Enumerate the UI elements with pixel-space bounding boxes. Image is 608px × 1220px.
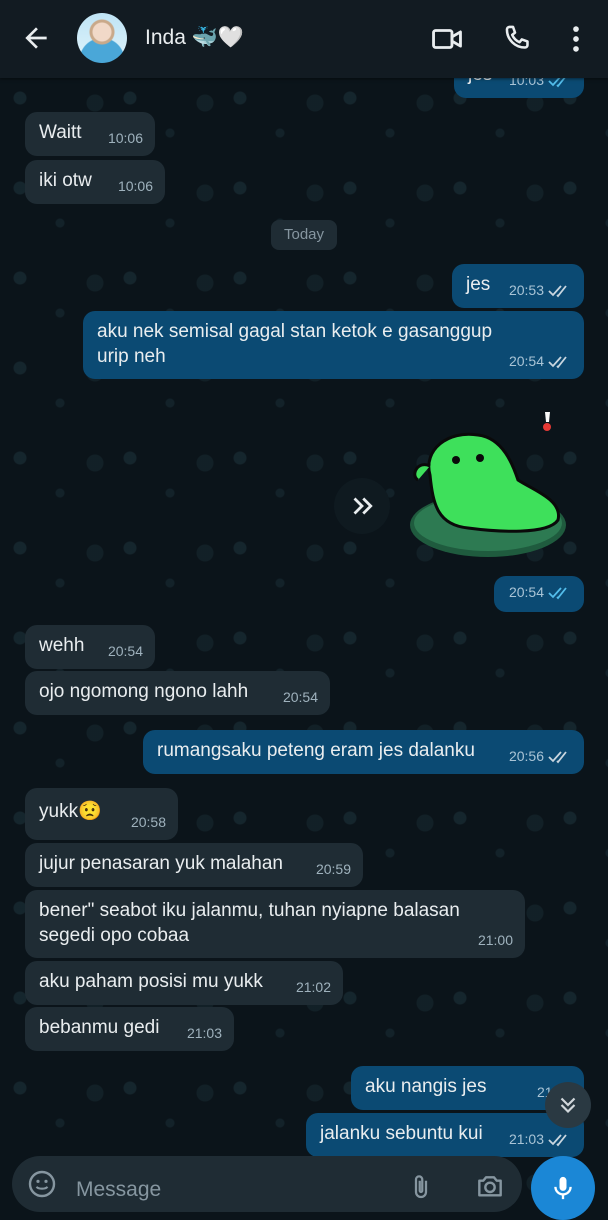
message-bubble[interactable]: ojo ngomong ngono lahh 20:54	[25, 671, 330, 715]
message-time: 20:58	[130, 814, 166, 830]
message-input[interactable]: Message	[76, 1178, 161, 1202]
contact-avatar[interactable]	[77, 13, 127, 63]
sticker-decoration-icon	[543, 412, 551, 431]
attach-icon[interactable]	[406, 1170, 436, 1204]
date-chip: Today	[271, 220, 337, 250]
message-bubble[interactable]: bebanmu gedi 21:03	[25, 1007, 234, 1051]
message-meta: 20:56	[509, 744, 572, 769]
voice-record-button[interactable]	[531, 1156, 595, 1220]
camera-icon[interactable]	[474, 1170, 506, 1202]
message-bubble[interactable]: 20:54	[494, 576, 584, 612]
message-bubble[interactable]: yukk😟 20:58	[25, 788, 178, 840]
more-options-icon[interactable]	[559, 22, 593, 56]
message-bubble[interactable]: rumangsaku peteng eram jes dalanku 20:56	[143, 730, 584, 774]
message-time: 21:03	[186, 1025, 222, 1041]
message-time: 10:06	[117, 178, 153, 194]
message-time: 20:54	[107, 643, 143, 659]
message-bubble[interactable]: aku paham posisi mu yukk 21:02	[25, 961, 343, 1005]
microphone-icon	[554, 1176, 572, 1200]
frog-sticker[interactable]	[408, 420, 573, 560]
message-bubble[interactable]: jujur penasaran yuk malahan 20:59	[25, 843, 363, 887]
forward-icon	[353, 497, 373, 515]
read-ticks-icon	[548, 750, 567, 763]
forward-button[interactable]	[334, 478, 390, 534]
message-text: jujur penasaran yuk malahan	[39, 853, 283, 874]
read-ticks-icon	[548, 355, 567, 368]
contact-name[interactable]: Inda 🐳🤍	[145, 26, 244, 50]
scroll-to-bottom-button[interactable]	[545, 1082, 591, 1128]
message-time: 20:56	[508, 748, 544, 764]
emoji-icon[interactable]	[26, 1168, 58, 1200]
message-bubble[interactable]: bener" seabot iku jalanmu, tuhan nyiapne…	[25, 890, 525, 958]
message-bubble[interactable]: aku nek semisal gagal stan ketok e gasan…	[83, 311, 584, 379]
message-time: 21:03	[508, 1131, 544, 1147]
read-ticks-icon	[548, 1133, 567, 1146]
message-composer: Message	[12, 1156, 522, 1212]
message-time: 10:06	[107, 130, 143, 146]
read-ticks-icon	[548, 586, 567, 599]
voice-call-icon[interactable]	[500, 22, 534, 56]
video-call-icon[interactable]	[430, 22, 464, 56]
message-time: 21:00	[477, 932, 513, 948]
message-text: bener" seabot iku jalanmu, tuhan nyiapne…	[39, 900, 460, 946]
message-time: 20:54	[508, 353, 544, 369]
message-time: 21:02	[295, 979, 331, 995]
message-bubble[interactable]: iki otw 10:06	[25, 160, 165, 204]
message-bubble[interactable]: Waitt 10:06	[25, 112, 155, 156]
message-time: 20:59	[315, 861, 351, 877]
message-bubble[interactable]: wehh 20:54	[25, 625, 155, 669]
message-bubble[interactable]: jes 20:53	[452, 264, 584, 308]
message-time: 20:54	[282, 689, 318, 705]
message-meta: 20:54	[509, 580, 572, 605]
message-meta: 21:03	[509, 1127, 572, 1152]
chat-header: Inda 🐳🤍	[0, 0, 608, 78]
message-time: 20:54	[508, 584, 544, 600]
message-meta: 20:54	[509, 349, 572, 374]
message-meta: 20:53	[509, 278, 572, 303]
message-text: aku nek semisal gagal stan ketok e gasan…	[97, 321, 493, 367]
read-ticks-icon	[548, 284, 567, 297]
double-chevron-down-icon	[560, 1097, 576, 1114]
message-bubble[interactable]: jalanku sebuntu kui 21:03	[306, 1113, 584, 1157]
back-arrow-icon[interactable]	[20, 22, 52, 54]
message-text: aku paham posisi mu yukk	[39, 971, 263, 992]
message-text: ojo ngomong ngono lahh	[39, 681, 249, 702]
message-time: 20:53	[508, 282, 544, 298]
